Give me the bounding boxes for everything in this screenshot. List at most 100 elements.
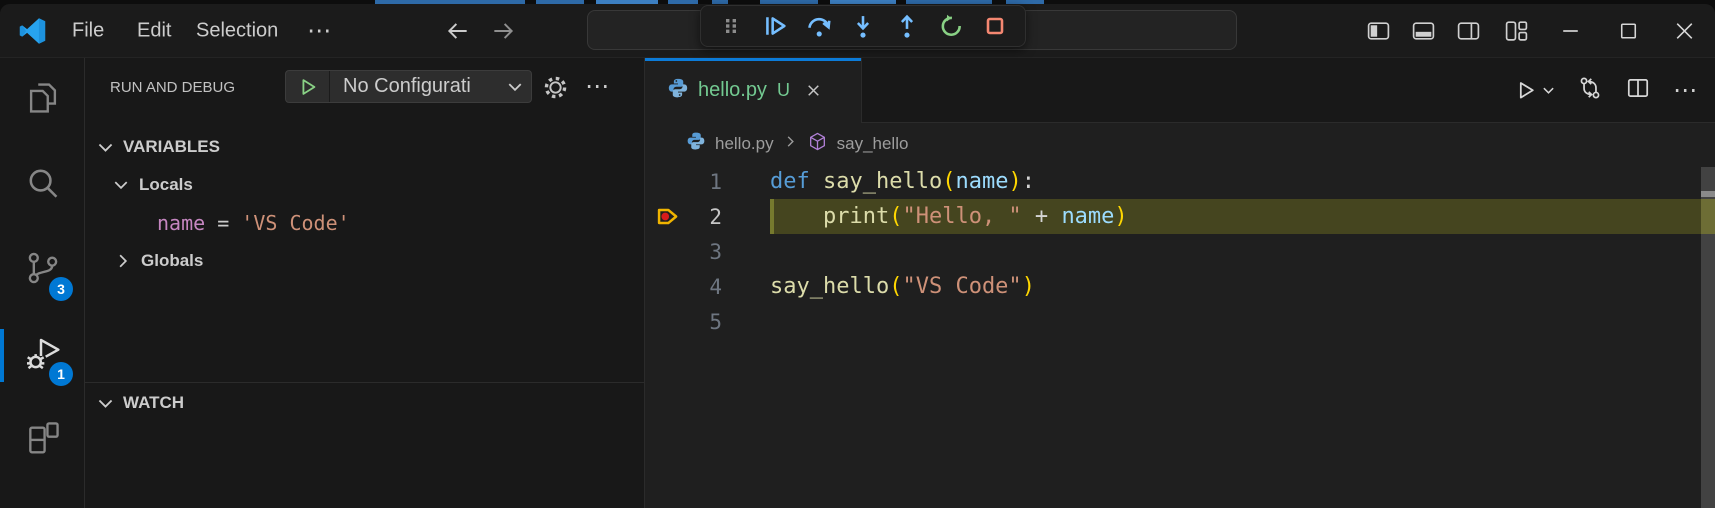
python-file-icon: [686, 131, 706, 156]
variables-section-header[interactable]: VARIABLES: [85, 128, 644, 166]
split-editor-icon[interactable]: [1625, 75, 1651, 106]
toggle-secondary-sidebar-icon[interactable]: [1456, 18, 1481, 43]
code-line-2: 2 print("Hello, " + name): [645, 199, 1715, 234]
toggle-primary-sidebar-icon[interactable]: [1366, 18, 1391, 43]
chevron-down-icon: [97, 139, 114, 156]
variable-equals: =: [205, 211, 241, 235]
activitybar-run-and-debug[interactable]: 1: [0, 313, 85, 398]
breadcrumbs: hello.py say_hello: [645, 123, 1715, 164]
line-number: 5: [690, 310, 722, 334]
nav-back-icon[interactable]: [445, 18, 471, 44]
tab-bar: hello.py U: [645, 58, 1715, 123]
editor-group: hello.py U: [645, 58, 1715, 508]
active-tab-indicator: [645, 58, 861, 61]
section-divider: [85, 382, 644, 383]
breadcrumb-file[interactable]: hello.py: [715, 134, 774, 154]
tab-close-icon[interactable]: [805, 82, 822, 99]
code-lines: 1def say_hello(name):2 print("Hello, " +…: [645, 164, 1715, 339]
variable-row[interactable]: name = 'VS Code': [85, 204, 644, 242]
code-line-5: 5: [645, 304, 1715, 339]
activitybar-search[interactable]: [0, 143, 85, 228]
sidebar-title: RUN AND DEBUG: [110, 79, 235, 96]
debug-stop-icon[interactable]: [975, 8, 1015, 44]
start-debug-icon[interactable]: [286, 71, 330, 102]
overview-ruler-mark: [1701, 191, 1715, 197]
debug-step-over-icon[interactable]: [799, 8, 839, 44]
code-text: def say_hello(name):: [722, 169, 1035, 194]
line-number: 2: [690, 205, 722, 229]
explorer-icon: [24, 79, 62, 122]
chevron-down-icon: [507, 79, 531, 95]
line-number: 4: [690, 275, 722, 299]
vscode-window: File Edit Selection ⋯: [0, 0, 1715, 508]
variable-value: 'VS Code': [241, 211, 349, 235]
activity-bar: 3 1: [0, 58, 85, 508]
activitybar-extensions[interactable]: [0, 398, 85, 483]
globals-label: Globals: [141, 251, 203, 271]
toggle-panel-icon[interactable]: [1411, 18, 1436, 43]
globals-scope-row[interactable]: Globals: [85, 242, 644, 280]
code-text: say_hello("VS Code"): [722, 274, 1035, 299]
code-line-4: 4say_hello("VS Code"): [645, 269, 1715, 304]
chevron-right-icon: [115, 253, 131, 269]
locals-label: Locals: [139, 175, 193, 195]
menu-edit[interactable]: Edit: [137, 19, 171, 42]
breakpoint-gutter[interactable]: [645, 199, 690, 234]
breakpoint-gutter[interactable]: [645, 234, 690, 269]
breadcrumb-symbol[interactable]: say_hello: [837, 134, 909, 154]
breakpoint-gutter[interactable]: [645, 269, 690, 304]
variables-label: VARIABLES: [123, 137, 220, 157]
debug-toolbar: [700, 5, 1026, 47]
breakpoint-gutter[interactable]: [645, 304, 690, 339]
code-editor[interactable]: 1def say_hello(name):2 print("Hello, " +…: [645, 164, 1715, 508]
debug-restart-icon[interactable]: [931, 8, 971, 44]
chevron-down-icon: [1542, 84, 1555, 97]
python-file-icon: [667, 77, 689, 104]
run-python-file-button[interactable]: [1513, 78, 1555, 103]
tab-filename: hello.py: [698, 79, 767, 102]
vscode-logo-icon: [19, 17, 46, 44]
debug-badge: 1: [49, 362, 73, 386]
tab-hello-py[interactable]: hello.py U: [645, 58, 862, 123]
line-number: 1: [690, 170, 722, 194]
editor-more-actions[interactable]: ⋯: [1673, 76, 1697, 105]
run-debug-sidebar: RUN AND DEBUG No Configurati ⋯ VARIABLES: [85, 58, 645, 508]
customize-layout-icon[interactable]: [1504, 18, 1529, 43]
code-text: print("Hello, " + name): [722, 204, 1128, 229]
active-view-indicator: [0, 329, 4, 382]
code-line-1: 1def say_hello(name):: [645, 164, 1715, 199]
search-icon: [24, 164, 62, 207]
variable-name: name: [157, 211, 205, 235]
watch-label: WATCH: [123, 393, 184, 413]
minimize-button[interactable]: [1558, 18, 1583, 43]
debug-continue-icon[interactable]: [755, 8, 795, 44]
nav-forward-icon[interactable]: [490, 18, 516, 44]
close-button[interactable]: [1672, 18, 1697, 43]
breakpoint-gutter[interactable]: [645, 164, 690, 199]
chevron-down-icon: [113, 177, 129, 193]
debug-step-into-icon[interactable]: [843, 8, 883, 44]
activitybar-source-control[interactable]: 3: [0, 228, 85, 313]
debug-step-out-icon[interactable]: [887, 8, 927, 44]
watch-section-header[interactable]: WATCH: [85, 384, 644, 422]
sidebar-more-actions[interactable]: ⋯: [585, 72, 609, 101]
debug-toolbar-drag-handle[interactable]: [711, 8, 751, 44]
menu-selection[interactable]: Selection: [196, 19, 278, 42]
source-control-badge: 3: [49, 277, 73, 301]
menu-more-button[interactable]: ⋯: [307, 16, 331, 45]
maximize-button[interactable]: [1616, 18, 1641, 43]
chevron-down-icon: [97, 395, 114, 412]
activitybar-explorer[interactable]: [0, 58, 85, 143]
symbol-cube-icon: [807, 131, 828, 157]
code-line-3: 3: [645, 234, 1715, 269]
locals-scope-row[interactable]: Locals: [85, 166, 644, 204]
debug-config-dropdown[interactable]: No Configurati: [285, 70, 532, 103]
titlebar: File Edit Selection ⋯: [0, 4, 1715, 58]
debug-settings-gear-icon[interactable]: [542, 74, 569, 106]
menu-file[interactable]: File: [72, 19, 104, 42]
extensions-icon: [24, 419, 62, 462]
overview-ruler-current-line: [1701, 199, 1715, 234]
line-number: 3: [690, 240, 722, 264]
open-changes-icon[interactable]: [1577, 75, 1603, 106]
debug-config-label: No Configurati: [330, 75, 507, 98]
